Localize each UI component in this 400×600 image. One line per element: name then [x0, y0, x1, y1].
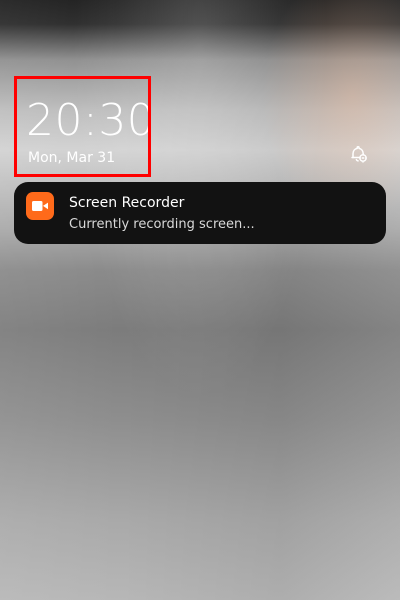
time-highlight-box: [14, 76, 151, 177]
notification-title: Screen Recorder: [69, 195, 185, 211]
video-camera-icon: [26, 192, 54, 220]
bell-settings-icon[interactable]: [348, 144, 368, 164]
notification-message: Currently recording screen...: [69, 217, 255, 232]
screen-recorder-notification[interactable]: Screen Recorder Currently recording scre…: [14, 182, 386, 244]
